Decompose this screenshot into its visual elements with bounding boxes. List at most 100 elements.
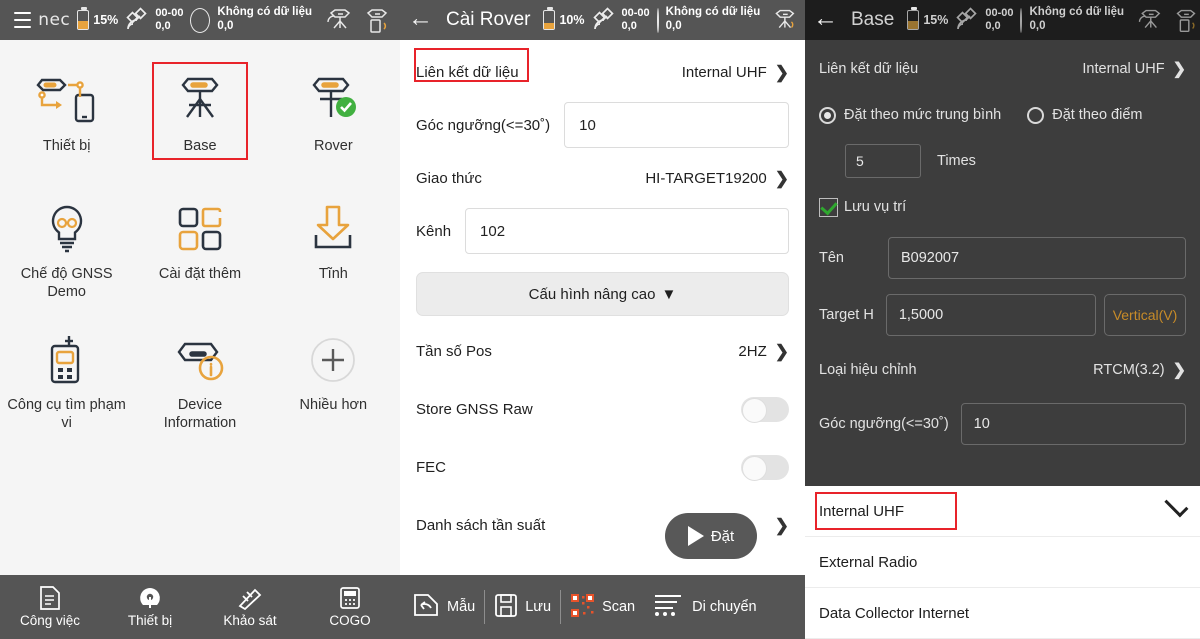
grid-item-nhieu-hon[interactable]: Nhiều hơn — [267, 317, 400, 438]
row-ten[interactable]: Tên B092007 — [805, 230, 1200, 286]
row-tan-so-pos[interactable]: Tần số Pos 2HZ ❯ — [400, 322, 805, 380]
toolbar-label: Scan — [602, 599, 636, 615]
bottom-nav-item-cong-viec[interactable]: Công việc — [0, 586, 100, 628]
battery-icon — [77, 7, 90, 30]
fec-toggle[interactable] — [741, 454, 789, 481]
toolbar-item-di-chuyen[interactable]: Di chuyển — [644, 592, 765, 622]
check-icon — [1164, 493, 1189, 518]
dat-fab-label: Đặt — [710, 527, 735, 545]
row-goc-nguong[interactable]: Góc ngưỡng(<=30˚) 10 — [400, 96, 805, 154]
grid-item-label: Rover — [313, 138, 353, 154]
dat-fab-button[interactable]: Đặt — [665, 513, 757, 559]
toolbar-label: Lưu — [525, 599, 552, 615]
row-loai-hieu-chinh[interactable]: Loại hiệu chỉnh RTCM(3.2) ❯ — [805, 344, 1200, 396]
base-highlight-box — [151, 62, 248, 160]
row-store-gnss-raw[interactable]: Store GNSS Raw — [400, 380, 805, 438]
grid-item-label: Thiết bị — [42, 138, 91, 154]
datalink-value-text: Internal UHF — [1082, 61, 1165, 77]
row-lien-ket-du-lieu[interactable]: Liên kết dữ liệu Internal UHF ❯ — [400, 48, 805, 96]
row-fec[interactable]: FEC — [400, 438, 805, 496]
angle-input[interactable]: 10 — [564, 102, 789, 148]
name-input[interactable]: B092007 — [888, 237, 1186, 279]
tool-grid-rows: Thiết bị Base Rover Chế độ GNSS Demo Cài… — [0, 58, 400, 439]
radio-label-point: Đặt theo điểm — [1052, 107, 1143, 123]
sheet-option-label: External Radio — [819, 553, 918, 571]
sat-line-1: 00-00 — [621, 7, 650, 20]
advanced-config-label: Cấu hình nâng cao — [528, 285, 656, 303]
grid-item-rover[interactable]: Rover — [267, 58, 400, 176]
radio-label-avg: Đặt theo mức trung bình — [844, 107, 1002, 123]
back-arrow-icon[interactable]: ← — [811, 6, 844, 34]
angle-input[interactable]: 10 — [960, 403, 1186, 445]
grid-item-label: Cài đặt thêm — [158, 266, 242, 282]
advanced-config-button[interactable]: Cấu hình nâng cao ▼ — [416, 272, 789, 316]
app-brand-label: nec — [38, 10, 71, 30]
back-arrow-icon[interactable]: ← — [406, 6, 439, 34]
bottom-nav-item-cogo[interactable]: COGO — [300, 586, 400, 628]
save-icon — [494, 593, 518, 622]
grid-item-label: Nhiều hơn — [299, 397, 368, 414]
channel-input[interactable]: 102 — [465, 208, 789, 254]
satellite-icon — [126, 7, 147, 30]
row-luu-vu-tri[interactable]: Lưu vụ trí — [805, 184, 1200, 230]
toolbar-item-scan[interactable]: Scan — [561, 593, 644, 622]
satellite-values: 00-00 0,0 — [985, 7, 1013, 33]
store-gnss-raw-toggle[interactable] — [741, 396, 789, 423]
plus-circle-icon — [305, 329, 361, 391]
save-position-checkbox[interactable] — [819, 197, 838, 217]
times-label: Times — [937, 153, 976, 169]
row-kenh[interactable]: Kênh 102 — [400, 202, 805, 260]
toolbar-item-luu[interactable]: Lưu — [485, 593, 560, 622]
bottom-nav-item-thiet-bi[interactable]: Thiết bị — [100, 586, 200, 628]
grid-item-device-information[interactable]: Device Information — [133, 317, 266, 438]
row-times: 5 Times — [805, 138, 1200, 184]
battery-indicator: 15% — [77, 7, 118, 30]
row-label: Danh sách tần suất — [416, 516, 546, 534]
target-h-input[interactable]: 1,5000 — [885, 294, 1096, 336]
row-label: FEC — [416, 458, 446, 476]
row-lien-ket-du-lieu[interactable]: Liên kết dữ liệu Internal UHF ❯ — [805, 46, 1200, 92]
posfreq-value-text: 2HZ — [738, 342, 767, 360]
battery-percent-label: 15% — [923, 13, 949, 27]
row-target-h[interactable]: Target H 1,5000 Vertical(V) — [805, 286, 1200, 344]
left-bottom-nav: Công việc Thiết bị Khảo sát COGO — [0, 575, 400, 639]
times-input[interactable]: 5 — [845, 144, 921, 178]
grid-item-gnss-demo[interactable]: Chế độ GNSS Demo — [0, 186, 133, 307]
grid-item-range-tool[interactable]: Công cụ tìm phạm vi — [0, 317, 133, 438]
row-value: HI-TARGET19200 ❯ — [645, 170, 789, 187]
no-data-line-1: Không có dữ liệu — [1029, 6, 1125, 19]
chevron-down-icon: ▼ — [661, 285, 677, 303]
sheet-option-external-radio[interactable]: External Radio — [805, 537, 1200, 588]
grid-item-tinh[interactable]: Tĩnh — [267, 186, 400, 307]
satellite-values: 00-00 0,0 — [155, 7, 183, 33]
toolbar-item-mau[interactable]: Mẫu — [404, 592, 484, 622]
move-list-icon — [653, 592, 685, 622]
sheet-option-internal-uhf[interactable]: Internal UHF — [805, 486, 1200, 537]
no-data-indicator: Không có dữ liệu 0,0 — [1029, 6, 1124, 33]
protocol-value-text: HI-TARGET19200 — [645, 169, 767, 187]
no-data-line-1: Không có dữ liệu — [217, 6, 312, 19]
row-value: ❯ — [775, 517, 789, 534]
chevron-right-icon: ❯ — [1172, 362, 1186, 379]
satellite-icon — [592, 7, 614, 30]
left-status-bar: nec 15% 00-00 0,0 Không có dữ liệu 0,0 — [0, 0, 400, 40]
sheet-option-data-collector-internet[interactable]: Data Collector Internet — [805, 588, 1200, 639]
vertical-mode-button[interactable]: Vertical(V) — [1104, 294, 1186, 336]
no-data-line-2: 0,0 — [1029, 20, 1046, 32]
row-label: Liên kết dữ liệu — [819, 61, 919, 77]
bottom-nav-item-khao-sat[interactable]: Khảo sát — [200, 586, 300, 628]
row-goc-nguong[interactable]: Góc ngưỡng(<=30˚) 10 — [805, 396, 1200, 452]
toolbar-label: Mẫu — [447, 599, 476, 615]
hamburger-icon[interactable] — [14, 12, 32, 28]
grid-item-cai-dat-them[interactable]: Cài đặt thêm — [133, 186, 266, 307]
row-label: Loại hiệu chỉnh — [819, 362, 917, 378]
datalink-options-sheet: Internal UHF External Radio Data Collect… — [805, 486, 1200, 639]
satellite-icon — [956, 7, 977, 30]
radio-dat-theo-diem[interactable] — [1027, 106, 1045, 124]
mid-settings-list: Liên kết dữ liệu Internal UHF ❯ Góc ngưỡ… — [400, 40, 805, 575]
grid-item-base[interactable]: Base — [133, 58, 266, 176]
satellite-indicator: 00-00 0,0 — [125, 7, 183, 33]
radio-dat-theo-muc-trung-binh[interactable] — [819, 106, 836, 124]
row-giao-thuc[interactable]: Giao thức HI-TARGET19200 ❯ — [400, 154, 805, 202]
grid-item-thiet-bi[interactable]: Thiết bị — [0, 58, 133, 176]
